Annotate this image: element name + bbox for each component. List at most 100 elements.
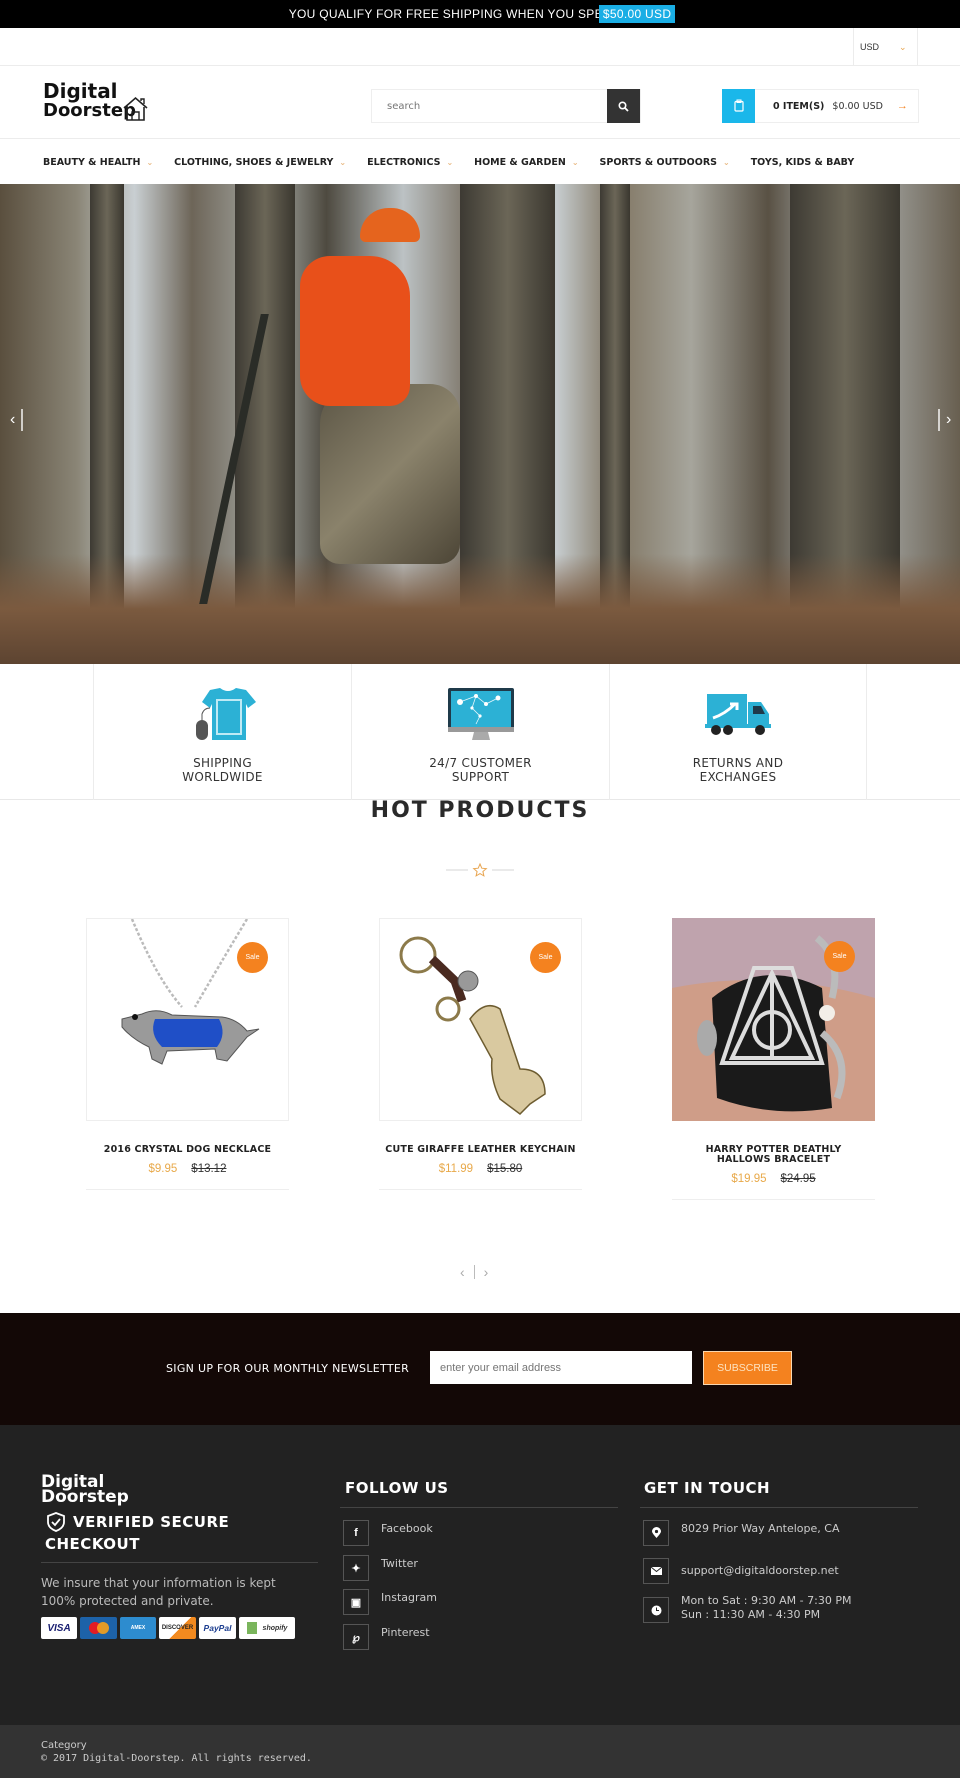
- product-compare-price: $13.12: [191, 1163, 227, 1175]
- nav-label: TOYS, KIDS & BABY: [750, 156, 855, 168]
- address-text: 8029 Prior Way Antelope, CA: [681, 1522, 840, 1535]
- slider-next-button[interactable]: ›: [932, 409, 951, 431]
- amex-icon: AMEX: [120, 1617, 156, 1639]
- product-name[interactable]: 2016 CRYSTAL DOG NECKLACE: [86, 1145, 289, 1155]
- newsletter-label: SIGN UP FOR OUR MONTHLY NEWSLETTER: [166, 1362, 410, 1375]
- sale-badge: Sale: [824, 941, 855, 972]
- social-label: Instagram: [381, 1591, 437, 1604]
- nav-item-sports-outdoors[interactable]: SPORTS & OUTDOORS ⌄: [600, 157, 730, 168]
- chevron-down-icon: ⌄: [899, 41, 907, 52]
- social-label: Twitter: [381, 1557, 418, 1570]
- hero-slider: ‹ ›: [0, 184, 960, 664]
- site-header: Digital Doorstep 0 ITEM(S) $0.00 USD →: [0, 66, 960, 139]
- security-text: We insure that your information is kept …: [41, 1576, 276, 1608]
- features-strip: SHIPPING WORLDWIDE 24/7 CUSTOMER SUPPORT R…: [0, 664, 960, 800]
- footer-bottom-bar: Category © 2017 Digital-Doorstep. All ri…: [0, 1725, 960, 1778]
- newsletter-section: SIGN UP FOR OUR MONTHLY NEWSLETTER SUBSC…: [0, 1313, 960, 1425]
- search-button[interactable]: [607, 89, 640, 123]
- email-text[interactable]: support@digitaldoorstep.net: [681, 1564, 839, 1584]
- section-title-hot-products: HOT PRODUCTS: [370, 798, 590, 823]
- nav-item-clothing-shoes-jewelry[interactable]: CLOTHING, SHOES & JEWELRY ⌄: [174, 157, 346, 168]
- chevron-right-icon: ›: [946, 411, 952, 428]
- feature-label-line1: SHIPPING: [193, 756, 252, 770]
- currency-selector[interactable]: USD ⌄: [853, 28, 918, 66]
- chevron-down-icon: ⌄: [146, 157, 154, 167]
- top-bar: USD ⌄: [0, 28, 960, 66]
- logo-line-2: Doorstep: [41, 1487, 129, 1507]
- social-link-pinterest[interactable]: ℘ Pinterest: [343, 1624, 430, 1650]
- newsletter-email-input[interactable]: [430, 1351, 692, 1384]
- cart-total: $0.00 USD: [832, 100, 883, 112]
- subscribe-button[interactable]: SUBSCRIBE: [703, 1351, 792, 1385]
- product-carousel-pager: ‹ ›: [460, 1264, 488, 1280]
- announcement-bar: YOU QUALIFY FOR FREE SHIPPING WHEN YOU S…: [0, 0, 960, 28]
- nav-item-beauty-health[interactable]: BEAUTY & HEALTH ⌄: [43, 157, 153, 168]
- category-link[interactable]: Category: [41, 1740, 87, 1751]
- product-price: $19.95: [731, 1173, 767, 1185]
- house-icon: [123, 96, 148, 121]
- arrow-right-icon: →: [896, 100, 908, 112]
- nav-label: ELECTRONICS: [367, 156, 441, 168]
- truck-icon: [705, 694, 771, 735]
- secure-checkout-heading: VERIFIED SECURE CHECKOUT: [45, 1511, 229, 1555]
- feature-shipping: SHIPPING WORLDWIDE: [93, 664, 351, 800]
- nav-label: BEAUTY & HEALTH: [43, 156, 141, 168]
- feature-label-line2: SUPPORT: [451, 770, 510, 784]
- copyright-text: © 2017 Digital-Doorstep. All rights rese…: [41, 1753, 312, 1764]
- paypal-icon: PayPal: [199, 1617, 236, 1639]
- product-image[interactable]: Sale: [672, 918, 875, 1121]
- contact-email[interactable]: support@digitaldoorstep.net: [643, 1558, 839, 1584]
- hunter-orange-vest: [300, 256, 410, 406]
- feature-support: 24/7 CUSTOMER SUPPORT: [351, 664, 609, 800]
- shield-check-icon: [47, 1512, 65, 1532]
- social-label: Facebook: [381, 1522, 433, 1535]
- social-link-instagram[interactable]: ▣ Instagram: [343, 1589, 437, 1615]
- nav-item-home-garden[interactable]: HOME & GARDEN ⌄: [474, 157, 578, 168]
- nav-label: SPORTS & OUTDOORS: [599, 156, 717, 168]
- product-image[interactable]: Sale: [379, 918, 582, 1121]
- cart-widget[interactable]: 0 ITEM(S) $0.00 USD →: [722, 88, 919, 123]
- product-image[interactable]: Sale: [86, 918, 289, 1121]
- feature-label-line2: EXCHANGES: [699, 770, 777, 784]
- hours-line-2: Sun : 11:30 AM - 4:30 PM: [681, 1608, 821, 1621]
- search-input[interactable]: [372, 90, 607, 122]
- nav-label: CLOTHING, SHOES & JEWELRY: [174, 156, 334, 168]
- star-divider: [446, 862, 514, 877]
- product-price: $9.95: [148, 1163, 178, 1175]
- star-icon: [472, 862, 488, 877]
- twitter-icon: ✦: [343, 1555, 369, 1581]
- secure-line-1: VERIFIED SECURE: [73, 1513, 230, 1531]
- announcement-text: YOU QUALIFY FOR FREE SHIPPING WHEN YOU S…: [288, 7, 603, 21]
- follow-us-heading: FOLLOW US: [345, 1479, 449, 1497]
- mastercard-icon: [80, 1617, 117, 1639]
- get-in-touch-heading: GET IN TOUCH: [644, 1479, 771, 1497]
- nav-label: HOME & GARDEN: [474, 156, 566, 168]
- footer-logo[interactable]: Digital Doorstep: [41, 1474, 129, 1507]
- social-link-facebook[interactable]: f Facebook: [343, 1520, 433, 1546]
- chevron-left-icon[interactable]: ‹: [460, 1264, 465, 1280]
- envelope-icon: [643, 1558, 669, 1584]
- social-link-twitter[interactable]: ✦ Twitter: [343, 1555, 418, 1581]
- product-card[interactable]: Sale CUTE GIRAFFE LEATHER KEYCHAIN $11.9…: [379, 918, 582, 1190]
- product-compare-price: $15.80: [487, 1163, 523, 1175]
- currency-value: USD: [860, 42, 880, 52]
- contact-hours: Mon to Sat : 9:30 AM - 7:30 PM Sun : 11:3…: [643, 1594, 851, 1623]
- chevron-left-icon: ‹: [10, 411, 16, 428]
- social-label: Pinterest: [381, 1626, 430, 1639]
- product-card[interactable]: Sale HARRY POTTER DEATHLY HALLOWS BRACEL…: [672, 918, 875, 1200]
- slider-prev-button[interactable]: ‹: [10, 409, 29, 431]
- product-name[interactable]: CUTE GIRAFFE LEATHER KEYCHAIN: [379, 1145, 582, 1155]
- product-card[interactable]: Sale 2016 CRYSTAL DOG NECKLACE $9.95 $13.…: [86, 918, 289, 1190]
- feature-label-line1: 24/7 CUSTOMER: [429, 756, 532, 770]
- instagram-icon: ▣: [343, 1589, 369, 1615]
- nav-item-electronics[interactable]: ELECTRONICS ⌄: [367, 157, 453, 168]
- hunter-camo: [320, 384, 460, 564]
- hunter-cap: [360, 208, 420, 242]
- chevron-right-icon[interactable]: ›: [484, 1264, 489, 1280]
- product-name[interactable]: HARRY POTTER DEATHLY HALLOWS BRACELET: [672, 1145, 875, 1165]
- nav-item-toys-kids-baby[interactable]: TOYS, KIDS & BABY: [751, 157, 855, 168]
- chevron-down-icon: ⌄: [723, 157, 730, 167]
- forest-floor: [0, 554, 960, 664]
- search-form: [371, 89, 641, 123]
- pinterest-icon: ℘: [343, 1624, 369, 1650]
